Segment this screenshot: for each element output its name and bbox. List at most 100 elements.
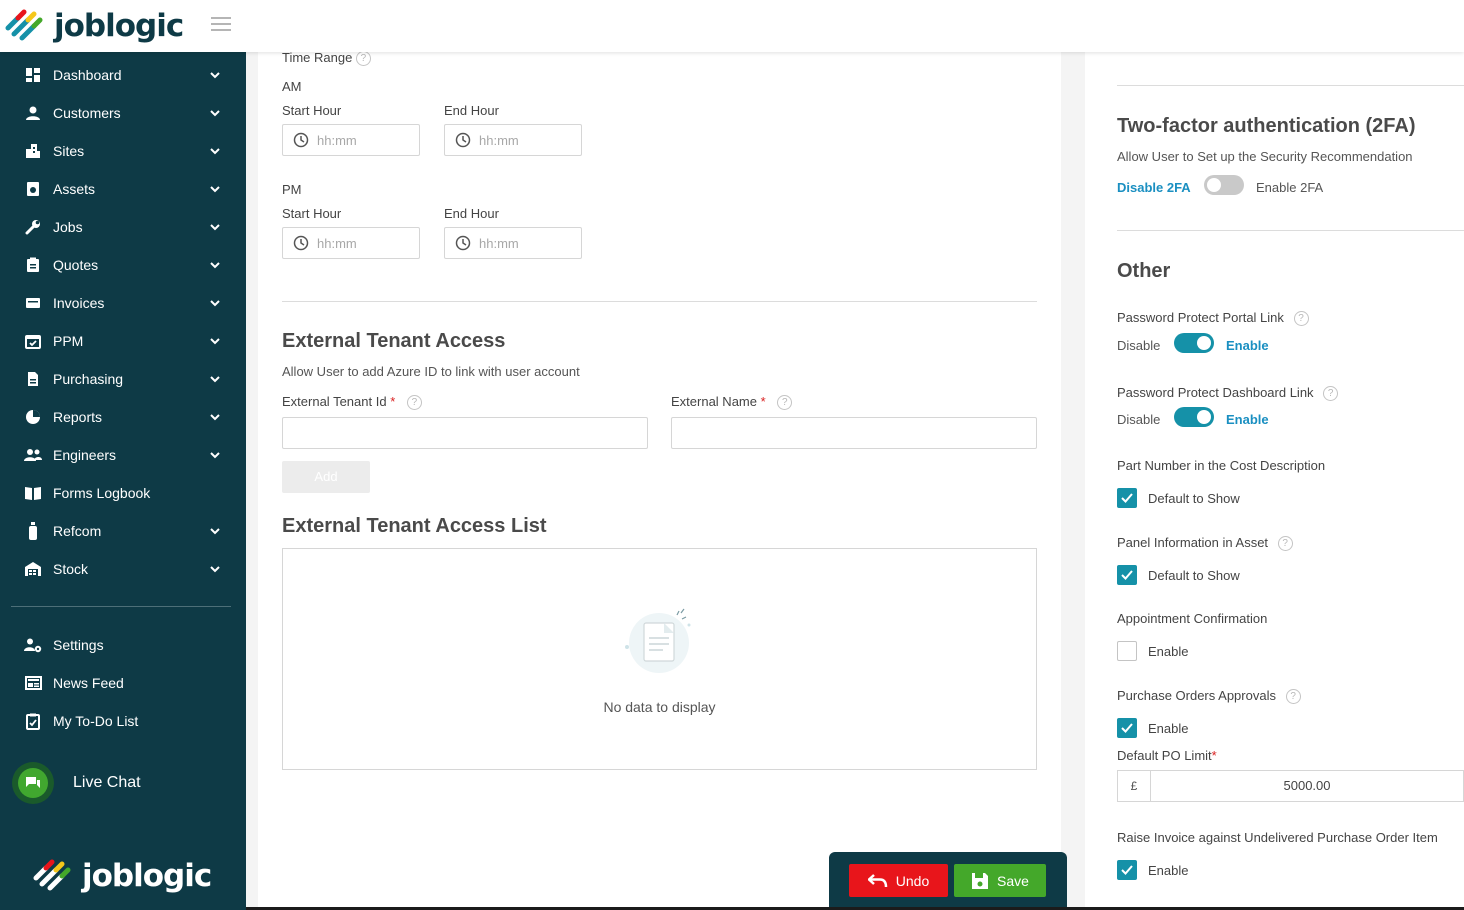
sidebar-item-news-feed[interactable]: News Feed xyxy=(0,664,246,702)
sidebar-item-refcom[interactable]: Refcom xyxy=(0,512,246,550)
sidebar-item-todo-list[interactable]: My To-Do List xyxy=(0,702,246,740)
help-icon[interactable]: ? xyxy=(1277,536,1293,552)
help-icon[interactable]: ? xyxy=(355,51,371,67)
pm-end-hour-input[interactable]: hh:mm xyxy=(444,227,582,259)
chevron-down-icon[interactable] xyxy=(209,373,221,385)
sidebar-item-dashboard[interactable]: Dashboard xyxy=(0,56,246,94)
external-tenant-title: External Tenant Access xyxy=(282,330,506,352)
part-number-checkbox[interactable] xyxy=(1117,488,1137,508)
top-bar: joblogic xyxy=(0,0,1464,52)
sidebar-item-jobs[interactable]: Jobs xyxy=(0,208,246,246)
chevron-down-icon[interactable] xyxy=(209,259,221,271)
sidebar-item-label: Purchasing xyxy=(53,371,124,387)
sidebar-item-invoices[interactable]: Invoices xyxy=(0,284,246,322)
chevron-down-icon[interactable] xyxy=(209,183,221,195)
appointment-checkbox-label: Enable xyxy=(1148,644,1189,659)
chevron-down-icon[interactable] xyxy=(209,145,221,157)
sidebar-item-label: Reports xyxy=(53,409,103,425)
po-approvals-checkbox-label: Enable xyxy=(1148,721,1189,736)
help-icon[interactable]: ? xyxy=(1293,311,1309,327)
pm-start-hour-label: Start Hour xyxy=(282,206,342,221)
checkmark-icon xyxy=(1121,493,1133,503)
help-icon[interactable]: ? xyxy=(777,395,793,411)
sidebar-item-label: Stock xyxy=(53,561,89,577)
sidebar-item-label: Dashboard xyxy=(53,67,122,83)
pm-start-hour-input[interactable]: hh:mm xyxy=(282,227,420,259)
help-icon[interactable]: ? xyxy=(406,395,422,411)
required-mark: * xyxy=(1211,748,1217,763)
chevron-down-icon[interactable] xyxy=(209,221,221,233)
dashboard-link-label: Password Protect Dashboard Link ? xyxy=(1117,385,1339,402)
am-start-hour-input[interactable]: hh:mm xyxy=(282,124,420,156)
enable-2fa-label[interactable]: Enable 2FA xyxy=(1256,180,1323,195)
people-icon xyxy=(24,446,42,464)
app-logo[interactable]: joblogic xyxy=(4,8,184,44)
raise-invoice-checkbox[interactable] xyxy=(1117,860,1137,880)
sidebar-item-reports[interactable]: Reports xyxy=(0,398,246,436)
po-limit-value[interactable]: 5000.00 xyxy=(1151,771,1463,801)
dashboard-icon xyxy=(24,66,42,84)
sidebar-divider xyxy=(11,606,231,607)
sidebar-item-quotes[interactable]: Quotes xyxy=(0,246,246,284)
raise-invoice-label: Raise Invoice against Undelivered Purcha… xyxy=(1117,830,1438,845)
clipboard-icon xyxy=(24,256,42,274)
chevron-down-icon[interactable] xyxy=(209,563,221,575)
external-name-input[interactable] xyxy=(671,417,1037,449)
panel-info-checkbox-label: Default to Show xyxy=(1148,568,1240,583)
sidebar-item-forms-logbook[interactable]: Forms Logbook xyxy=(0,474,246,512)
am-start-hour-label: Start Hour xyxy=(282,103,342,118)
sidebar-item-label: Forms Logbook xyxy=(53,485,151,501)
sidebar-item-assets[interactable]: Assets xyxy=(0,170,246,208)
portal-link-toggle[interactable] xyxy=(1174,333,1214,353)
chevron-down-icon[interactable] xyxy=(209,107,221,119)
po-limit-input[interactable]: £ 5000.00 xyxy=(1117,770,1464,802)
chat-icon xyxy=(12,762,54,804)
newspaper-icon xyxy=(24,674,42,692)
sidebar-item-engineers[interactable]: Engineers xyxy=(0,436,246,474)
disable-2fa-label[interactable]: Disable 2FA xyxy=(1117,180,1191,195)
chevron-down-icon[interactable] xyxy=(209,525,221,537)
part-number-checkbox-label: Default to Show xyxy=(1148,491,1240,506)
chevron-down-icon[interactable] xyxy=(209,297,221,309)
sidebar-item-purchasing[interactable]: Purchasing xyxy=(0,360,246,398)
clock-icon xyxy=(293,132,309,148)
help-icon[interactable]: ? xyxy=(1323,386,1339,402)
section-divider xyxy=(282,301,1037,302)
appointment-checkbox[interactable] xyxy=(1117,641,1137,661)
external-tenant-subtitle: Allow User to add Azure ID to link with … xyxy=(282,364,580,379)
sidebar-item-stock[interactable]: Stock xyxy=(0,550,246,588)
am-end-hour-label: End Hour xyxy=(444,103,499,118)
twofa-toggle[interactable] xyxy=(1204,175,1244,195)
save-button[interactable]: Save xyxy=(954,864,1046,897)
person-icon xyxy=(24,104,42,122)
dashboard-link-toggle[interactable] xyxy=(1174,407,1214,427)
chevron-down-icon[interactable] xyxy=(209,69,221,81)
menu-toggle-icon[interactable] xyxy=(211,17,231,33)
sidebar-item-sites[interactable]: Sites xyxy=(0,132,246,170)
undo-button[interactable]: Undo xyxy=(849,864,948,897)
sidebar-item-customers[interactable]: Customers xyxy=(0,94,246,132)
chevron-down-icon[interactable] xyxy=(209,335,221,347)
user-gear-icon xyxy=(24,636,42,654)
dashboard-link-disable-label[interactable]: Disable xyxy=(1117,412,1160,427)
add-tenant-button[interactable]: Add xyxy=(282,461,370,493)
portal-link-enable-label[interactable]: Enable xyxy=(1226,338,1269,353)
sidebar-item-label: Engineers xyxy=(53,447,117,463)
external-name-label: External Name * ? xyxy=(671,394,793,411)
joblogic-logo-icon xyxy=(33,859,71,891)
am-end-hour-input[interactable]: hh:mm xyxy=(444,124,582,156)
live-chat-button[interactable]: Live Chat xyxy=(12,762,141,804)
checkmark-icon xyxy=(1121,723,1133,733)
time-placeholder: hh:mm xyxy=(317,132,357,148)
tenant-list-title: External Tenant Access List xyxy=(282,515,547,537)
sidebar-item-ppm[interactable]: PPM xyxy=(0,322,246,360)
portal-link-disable-label[interactable]: Disable xyxy=(1117,338,1160,353)
panel-info-checkbox[interactable] xyxy=(1117,565,1137,585)
chevron-down-icon[interactable] xyxy=(209,449,221,461)
sidebar-item-settings[interactable]: Settings xyxy=(0,626,246,664)
help-icon[interactable]: ? xyxy=(1285,689,1301,705)
chevron-down-icon[interactable] xyxy=(209,411,221,423)
po-approvals-checkbox[interactable] xyxy=(1117,718,1137,738)
dashboard-link-enable-label[interactable]: Enable xyxy=(1226,412,1269,427)
external-tenant-id-input[interactable] xyxy=(282,417,648,449)
